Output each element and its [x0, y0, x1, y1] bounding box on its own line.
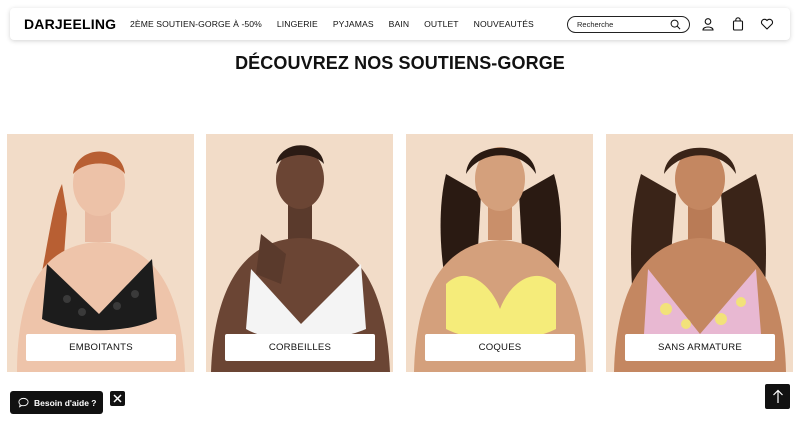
help-chat-button[interactable]: Besoin d'aide ? [10, 391, 103, 414]
close-help-button[interactable] [110, 391, 125, 406]
site-logo[interactable]: DARJEELING [24, 16, 116, 32]
main-nav: 2ème soutien-gorge à -50% Lingerie Pyjam… [130, 8, 549, 40]
nav-item-nouveautes[interactable]: Nouveautés [474, 19, 534, 29]
category-card-sans-armature[interactable]: Sans armature [606, 134, 793, 372]
heart-icon[interactable] [760, 17, 774, 31]
category-label[interactable]: Sans armature [625, 334, 775, 361]
nav-item-bain[interactable]: Bain [389, 19, 409, 29]
chat-bubble-icon [18, 397, 29, 408]
site-header: DARJEELING 2ème soutien-gorge à -50% Lin… [10, 8, 790, 40]
help-chat-label: Besoin d'aide ? [34, 397, 97, 408]
category-card-corbeilles[interactable]: Corbeilles [206, 134, 393, 372]
category-label[interactable]: Coques [425, 334, 575, 361]
category-label[interactable]: Corbeilles [225, 334, 375, 361]
search-input[interactable]: Recherche [567, 16, 690, 33]
scroll-to-top-button[interactable] [765, 384, 790, 409]
bag-icon[interactable] [731, 17, 745, 31]
arrow-up-icon [772, 389, 783, 403]
category-card-coques[interactable]: Coques [406, 134, 593, 372]
nav-item-outlet[interactable]: Outlet [424, 19, 459, 29]
page-title: DÉCOUVREZ NOS SOUTIENS-GORGE [235, 53, 565, 73]
nav-item-promo[interactable]: 2ème soutien-gorge à -50% [130, 19, 262, 29]
user-icon[interactable] [701, 17, 715, 31]
close-icon [113, 394, 122, 403]
nav-item-lingerie[interactable]: Lingerie [277, 19, 318, 29]
search-icon[interactable] [670, 19, 681, 30]
nav-item-pyjamas[interactable]: Pyjamas [333, 19, 374, 29]
category-label[interactable]: Emboitants [26, 334, 176, 361]
category-card-emboitants[interactable]: Emboitants [7, 134, 194, 372]
